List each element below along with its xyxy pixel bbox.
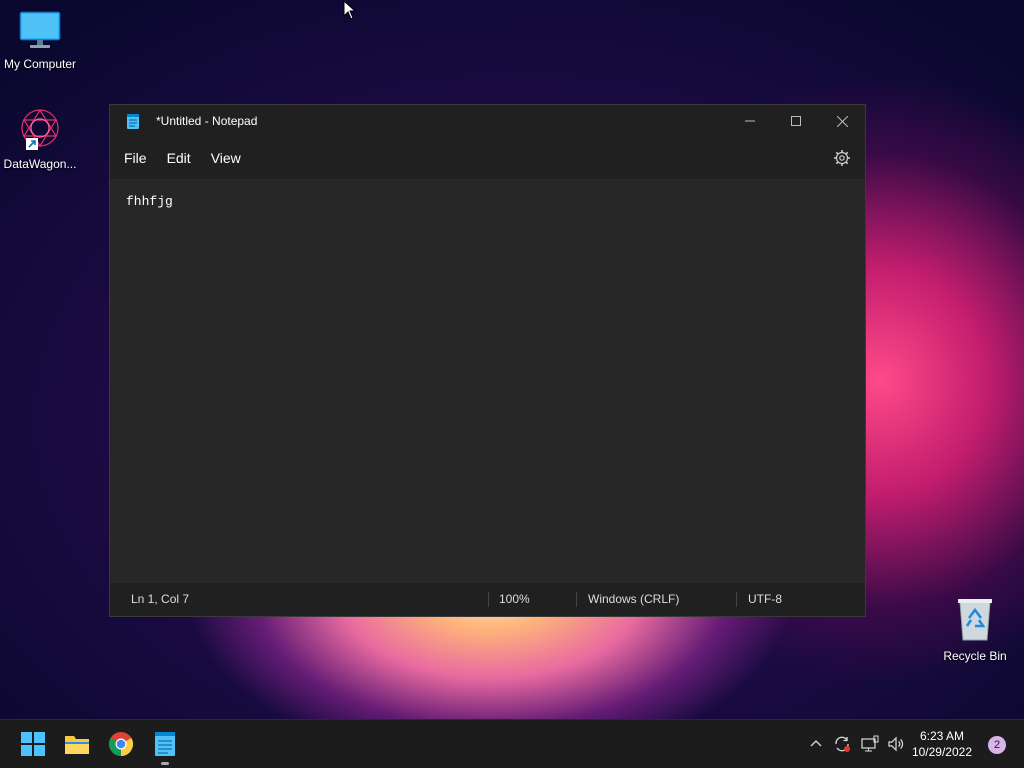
close-icon xyxy=(836,115,848,127)
text-editor[interactable]: fhhfjg xyxy=(110,179,865,583)
notepad-icon xyxy=(127,114,139,129)
active-app-indicator xyxy=(161,762,169,765)
sync-icon[interactable] xyxy=(832,734,852,754)
maximize-button[interactable] xyxy=(773,105,819,137)
system-tray xyxy=(808,720,906,768)
monitor-icon xyxy=(19,11,61,48)
menu-edit[interactable]: Edit xyxy=(160,144,198,172)
mouse-cursor-icon xyxy=(343,0,357,20)
clock-date: 10/29/2022 xyxy=(911,745,972,759)
file-explorer-icon[interactable] xyxy=(64,731,90,757)
desktop-icon-my-computer[interactable]: My Computer xyxy=(0,10,80,71)
desktop-icon-datawagon[interactable]: DataWagon... xyxy=(0,106,80,171)
status-divider xyxy=(576,592,577,607)
menu-bar: File Edit View xyxy=(110,137,865,179)
clock[interactable]: 6:23 AM 10/29/2022 xyxy=(912,728,972,760)
network-icon[interactable] xyxy=(860,734,880,754)
desktop-icon-recycle-bin[interactable]: Recycle Bin xyxy=(935,596,1015,663)
chrome-icon[interactable] xyxy=(108,731,134,757)
status-divider xyxy=(488,592,489,607)
windows-start-icon[interactable] xyxy=(20,731,46,757)
notification-badge[interactable]: 2 xyxy=(988,736,1006,754)
close-button[interactable] xyxy=(819,105,865,137)
cursor-position: Ln 1, Col 7 xyxy=(131,592,190,606)
status-divider xyxy=(736,592,737,607)
volume-icon[interactable] xyxy=(886,734,906,754)
desktop-icon-label: Recycle Bin xyxy=(943,649,1007,663)
status-bar: Ln 1, Col 7 100% Windows (CRLF) UTF-8 xyxy=(110,583,865,616)
settings-gear-icon[interactable] xyxy=(833,149,851,167)
recycle-bin-icon xyxy=(958,599,992,641)
clock-time: 6:23 AM xyxy=(919,729,964,743)
zoom-level: 100% xyxy=(499,592,530,606)
menu-view[interactable]: View xyxy=(204,144,248,172)
chevron-up-icon[interactable] xyxy=(808,736,824,752)
taskbar: 6:23 AM 10/29/2022 2 xyxy=(0,719,1024,768)
menu-file[interactable]: File xyxy=(117,144,154,172)
notepad-taskbar-icon[interactable] xyxy=(152,731,178,757)
line-ending: Windows (CRLF) xyxy=(588,592,680,606)
minimize-button[interactable] xyxy=(727,105,773,137)
notepad-window: *Untitled - Notepad File Edit View fhhfj… xyxy=(109,104,866,617)
desktop-icon-label: My Computer xyxy=(3,57,77,71)
maximize-icon xyxy=(791,116,801,126)
editor-content: fhhfjg xyxy=(126,194,173,209)
window-title: *Untitled - Notepad xyxy=(156,114,258,128)
encoding: UTF-8 xyxy=(748,592,782,606)
desktop-icon-label: DataWagon... xyxy=(3,157,77,171)
title-bar[interactable]: *Untitled - Notepad xyxy=(110,105,865,137)
datawagon-icon xyxy=(21,108,59,150)
minimize-icon xyxy=(745,120,755,122)
